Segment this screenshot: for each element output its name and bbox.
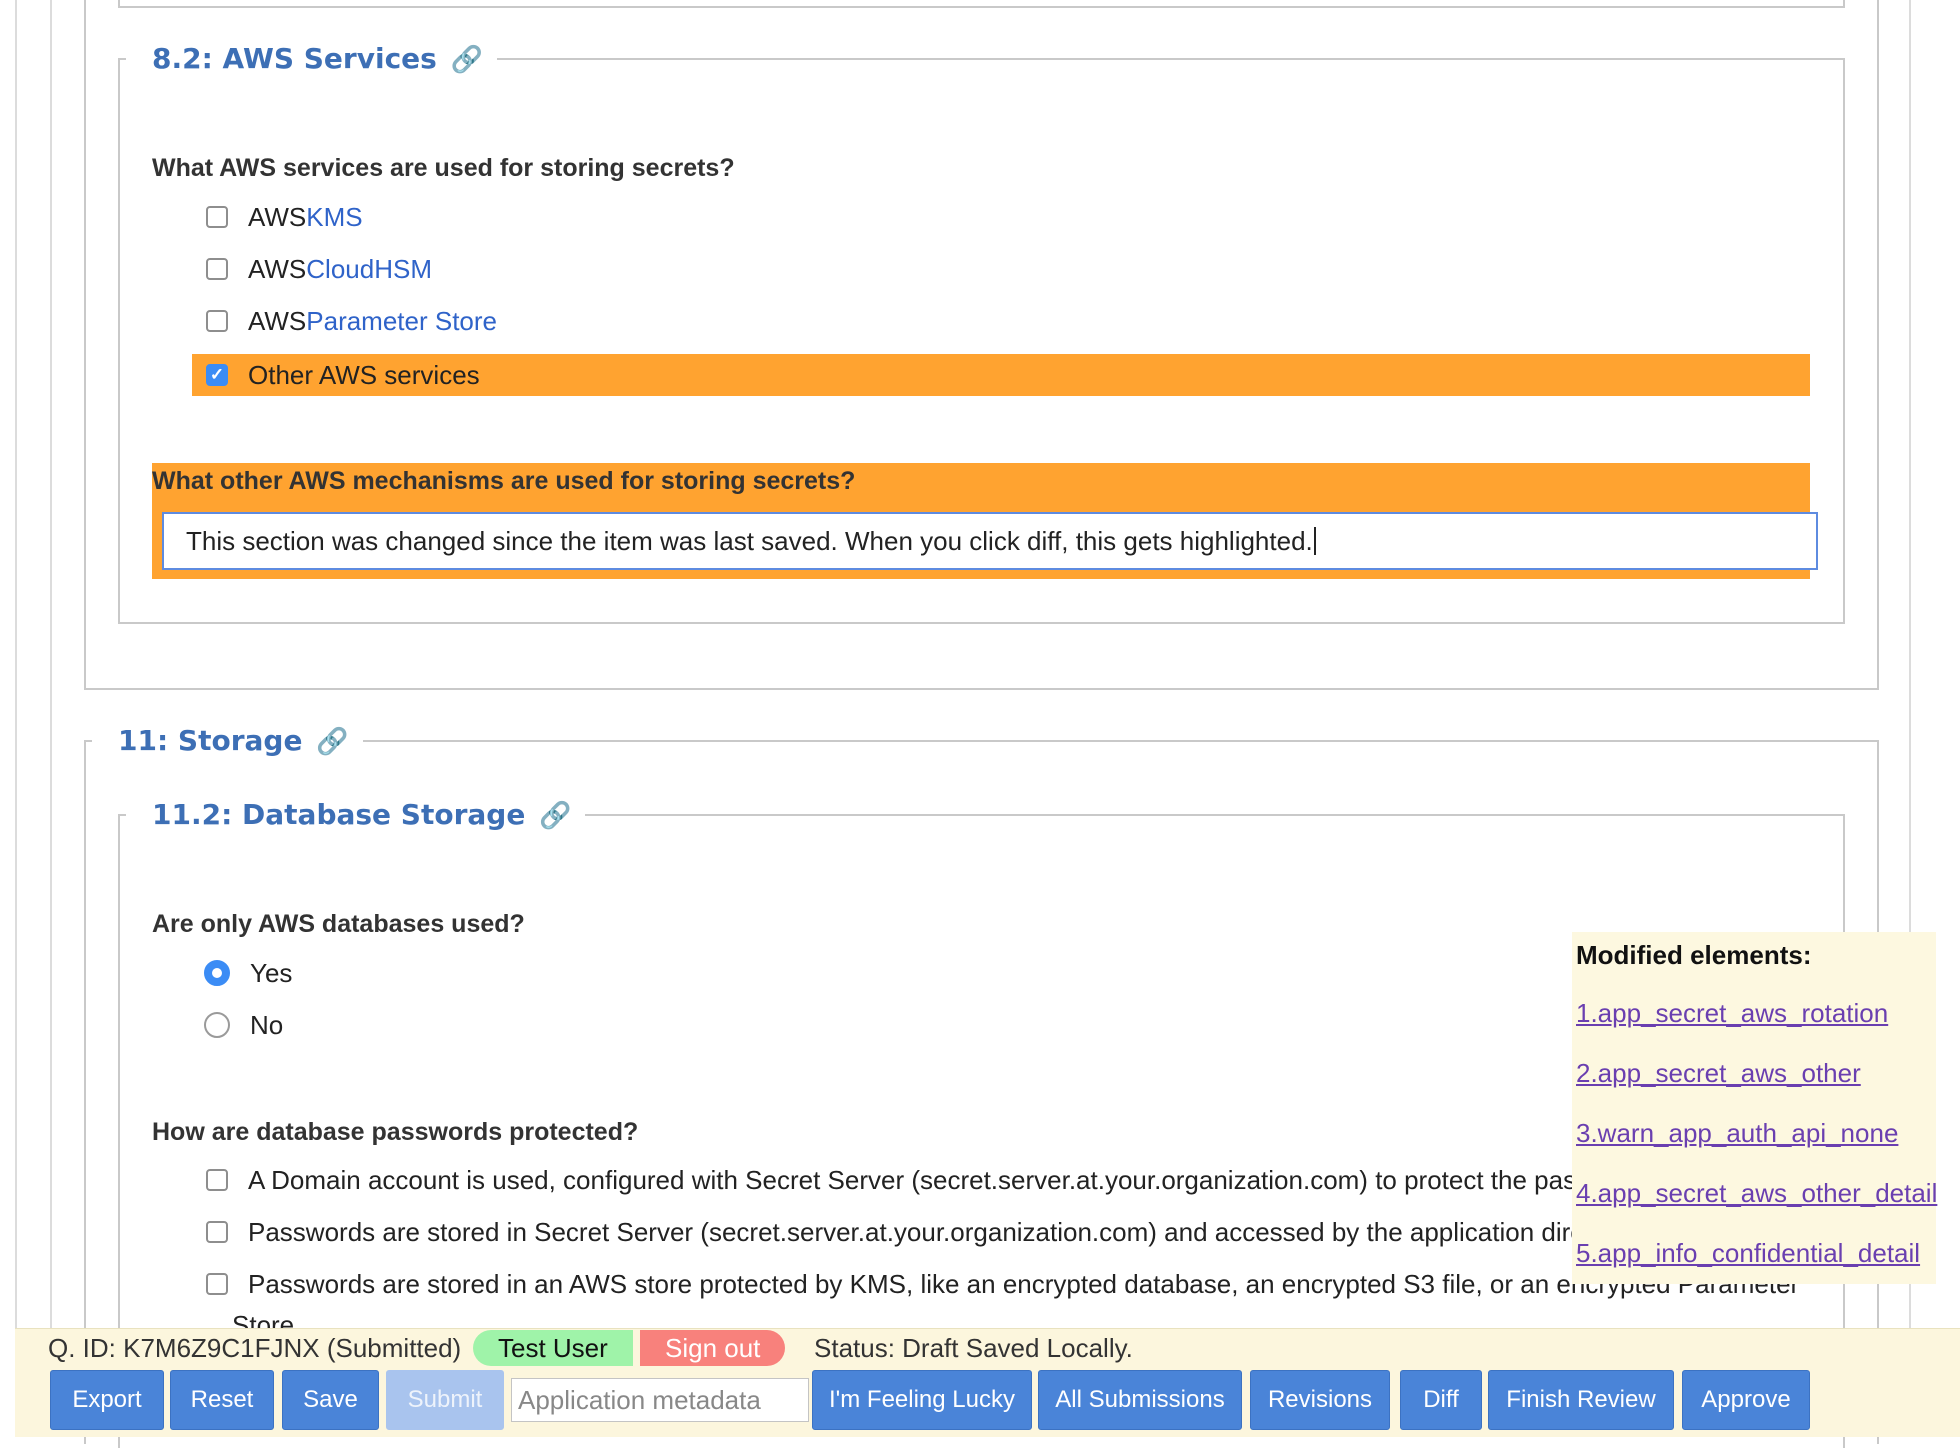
checkbox-checked[interactable]: ✓ [206,364,228,386]
panel-title: Modified elements: [1576,940,1812,970]
reset-button[interactable]: Reset [170,1370,274,1430]
checkbox[interactable] [206,1221,228,1243]
feeling-lucky-button[interactable]: I'm Feeling Lucky [812,1370,1032,1430]
chain-link-icon[interactable]: 🔗 [451,45,483,75]
radio-no[interactable]: No [204,1005,283,1045]
kms-link[interactable]: KMS [306,202,362,233]
chain-link-icon[interactable]: 🔗 [316,727,348,757]
input-value: This section was changed since the item … [186,525,1313,556]
modified-link[interactable]: 5.app_info_confidential_detail [1576,1238,1920,1269]
option-aws-cloudhsm[interactable]: AWS CloudHSM [206,249,432,289]
radio-unselected[interactable] [204,1012,230,1038]
section-title: 11.2: Database Storage [152,798,526,831]
option-aws-parameter-store[interactable]: AWS Parameter Store [206,301,497,341]
section-11-legend[interactable]: 11: Storage 🔗 [92,724,363,757]
section-11-2-legend[interactable]: 11.2: Database Storage 🔗 [126,798,585,831]
text-caret [1313,527,1316,555]
option-continuation: Store [232,1310,295,1328]
radio-yes[interactable]: Yes [204,953,292,993]
application-metadata-input[interactable]: Application metadata [511,1378,809,1422]
option-prefix: AWS [248,253,307,284]
save-button[interactable]: Save [282,1370,379,1430]
option-domain-account[interactable]: A Domain account is used, configured wit… [206,1160,1572,1200]
approve-button[interactable]: Approve [1682,1370,1810,1430]
option-aws-kms[interactable]: AWS KMS [206,197,363,237]
modified-link[interactable]: 1.app_secret_aws_rotation [1576,998,1888,1029]
parameter-store-link[interactable]: Parameter Store [306,306,497,337]
question-aws-services: What AWS services are used for storing s… [152,154,735,182]
export-button[interactable]: Export [50,1370,164,1430]
question-db-passwords: How are database passwords protected? [152,1118,639,1146]
user-badge[interactable]: Test User [473,1330,633,1366]
question-other-aws: What other AWS mechanisms are used for s… [152,467,856,495]
finish-review-button[interactable]: Finish Review [1488,1370,1674,1430]
option-prefix: AWS [248,305,307,336]
submit-button[interactable]: Submit [386,1370,504,1430]
section-border-left [50,0,52,1330]
page-border-left [15,0,17,1330]
modified-link[interactable]: 4.app_secret_aws_other_detail [1576,1178,1937,1209]
option-label: A Domain account is used, configured wit… [248,1164,1572,1195]
option-other-aws-services[interactable]: ✓ Other AWS services [206,355,480,395]
section-title: 11: Storage [118,724,303,757]
sign-out-button[interactable]: Sign out [640,1330,786,1366]
questionnaire-id: Q. ID: K7M6Z9C1FJNX (Submitted) [48,1332,462,1363]
option-aws-store[interactable]: Passwords are stored in an AWS store pro… [206,1264,1799,1304]
revisions-button[interactable]: Revisions [1250,1370,1390,1430]
option-aws-store-wrap: Passwords are stored in an AWS store pro… [206,1264,1806,1328]
option-label: Other AWS services [248,359,480,390]
checkbox[interactable] [206,1169,228,1191]
modified-link[interactable]: 2.app_secret_aws_other [1576,1058,1861,1089]
radio-selected[interactable] [204,960,230,986]
option-label: Passwords are stored in an AWS store pro… [248,1268,1800,1299]
radio-label: Yes [250,957,293,988]
option-prefix: AWS [248,201,307,232]
other-aws-text-input[interactable]: This section was changed since the item … [162,512,1818,570]
checkbox[interactable] [206,206,228,228]
all-submissions-button[interactable]: All Submissions [1038,1370,1242,1430]
section-title: 8.2: AWS Services [152,42,437,75]
checkbox[interactable] [206,310,228,332]
cloudhsm-link[interactable]: CloudHSM [306,254,432,285]
section-8-2-legend[interactable]: 8.2: AWS Services 🔗 [126,42,497,75]
status-text: Status: Draft Saved Locally. [814,1332,1133,1363]
modified-link[interactable]: 3.warn_app_auth_api_none [1576,1118,1898,1149]
checkbox[interactable] [206,258,228,280]
diff-button[interactable]: Diff [1400,1370,1482,1430]
question-only-aws-db: Are only AWS databases used? [152,910,525,938]
option-label: Passwords are stored in Secret Server (s… [248,1216,1572,1247]
option-secret-server[interactable]: Passwords are stored in Secret Server (s… [206,1212,1572,1252]
modified-elements-panel: Modified elements: 1.app_secret_aws_rota… [1572,932,1937,1284]
radio-label: No [250,1009,284,1040]
chain-link-icon[interactable]: 🔗 [539,801,571,831]
checkbox[interactable] [206,1273,228,1295]
